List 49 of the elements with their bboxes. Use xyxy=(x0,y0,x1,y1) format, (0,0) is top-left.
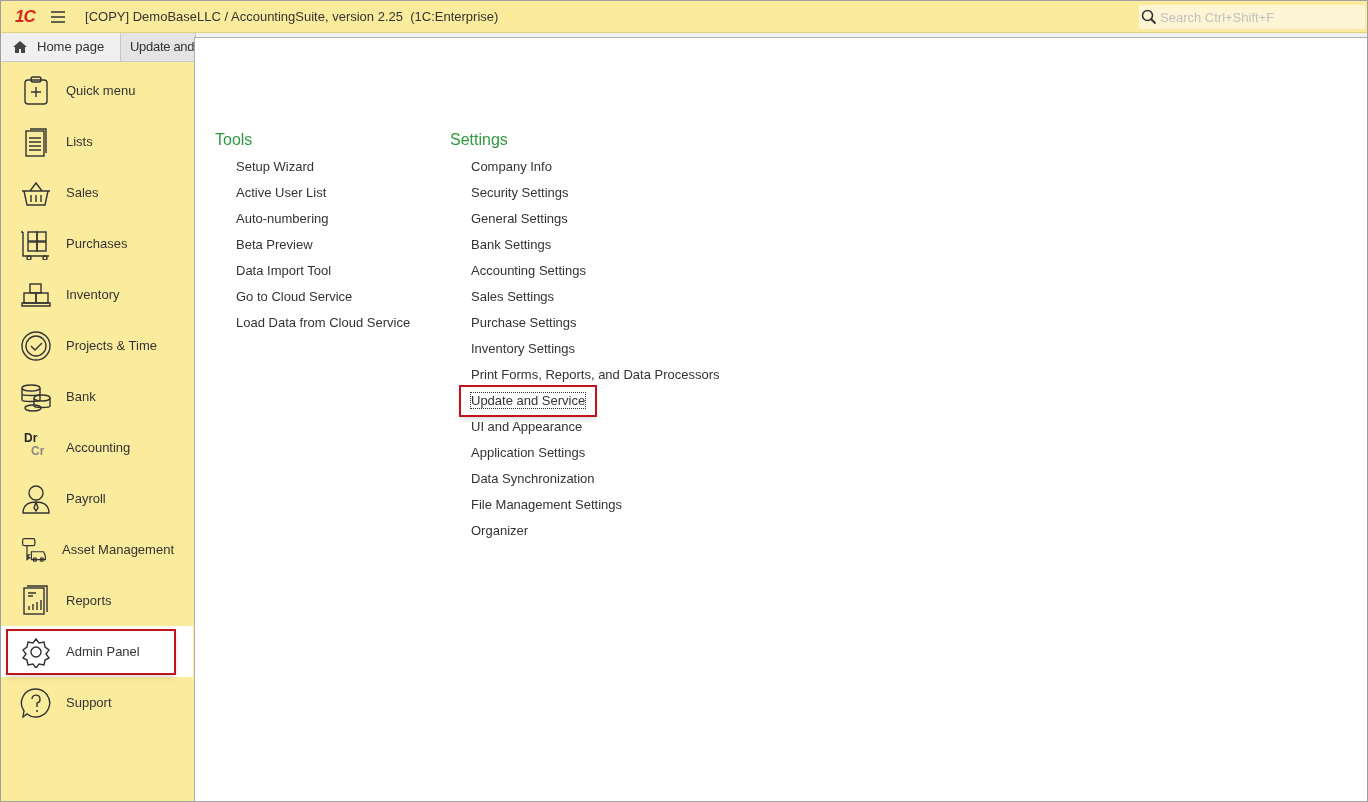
sidebar-item[interactable]: Purchases xyxy=(1,218,193,269)
settings-link[interactable]: File Management Settings xyxy=(471,495,623,515)
menu-icon[interactable] xyxy=(51,10,66,23)
settings-link[interactable]: General Settings xyxy=(471,209,568,229)
settings-link[interactable]: Inventory Settings xyxy=(471,339,576,359)
sidebar-item[interactable]: Reports xyxy=(1,575,193,626)
sidebar-item[interactable]: Sales xyxy=(1,167,193,218)
person-icon xyxy=(20,482,52,515)
sidebar-item[interactable]: Projects & Time xyxy=(1,320,193,371)
sidebar-item[interactable]: Inventory xyxy=(1,269,193,320)
debit-credit-icon: Dr Cr xyxy=(20,431,52,464)
search-icon xyxy=(1141,8,1157,25)
settings-link[interactable]: Beta Preview xyxy=(236,235,313,255)
sidebar-item[interactable]: Dr Cr Accounting xyxy=(1,422,193,473)
sidebar-item[interactable]: Asset Management xyxy=(1,524,193,575)
settings-link[interactable]: Auto-numbering xyxy=(236,209,329,229)
settings-link[interactable]: Bank Settings xyxy=(471,235,552,255)
gear-icon xyxy=(20,635,52,668)
question-icon xyxy=(20,686,52,719)
section-heading: Tools xyxy=(215,130,253,150)
sidebar-item[interactable]: Quick menu xyxy=(1,65,193,116)
search-field[interactable]: Search Ctrl+Shift+F xyxy=(1139,5,1365,29)
section-heading: Settings xyxy=(450,130,508,150)
tab[interactable]: Update and xyxy=(121,33,197,61)
sidebar-item[interactable]: Lists xyxy=(1,116,193,167)
sidebar-item[interactable]: Payroll xyxy=(1,473,193,524)
settings-link[interactable]: Data Import Tool xyxy=(236,261,332,281)
settings-link[interactable]: Purchase Settings xyxy=(471,313,577,333)
settings-link[interactable]: Data Synchronization xyxy=(471,469,595,489)
clock-check-icon xyxy=(20,329,52,362)
sidebar-item[interactable]: Bank xyxy=(1,371,193,422)
settings-link[interactable]: UI and Appearance xyxy=(471,417,583,437)
settings-link[interactable]: Update and Service xyxy=(459,385,598,417)
home-icon xyxy=(13,41,27,53)
sidebar-item[interactable]: Support xyxy=(1,677,193,728)
window-title: [COPY] DemoBaseLLC / AccountingSuite, version 2.25 (1C:Enterprise) xyxy=(85,7,499,26)
settings-link[interactable]: Company Info xyxy=(471,157,552,177)
settings-link[interactable]: Active User List xyxy=(236,183,327,203)
settings-link[interactable]: Print Forms, Reports, and Data Processors xyxy=(471,365,720,385)
settings-link[interactable]: Load Data from Cloud Service xyxy=(236,313,411,333)
settings-link[interactable]: Go to Cloud Service xyxy=(236,287,353,307)
settings-link[interactable]: Setup Wizard xyxy=(236,157,315,177)
settings-link[interactable]: Security Settings xyxy=(471,183,569,203)
settings-link[interactable]: Organizer xyxy=(471,521,529,541)
settings-link[interactable]: Sales Settings xyxy=(471,287,555,307)
sidebar-item[interactable]: Admin Panel xyxy=(1,626,193,677)
settings-link[interactable]: Accounting Settings xyxy=(471,261,586,281)
app-logo: 1С xyxy=(15,5,36,28)
settings-link[interactable]: Application Settings xyxy=(471,443,586,463)
